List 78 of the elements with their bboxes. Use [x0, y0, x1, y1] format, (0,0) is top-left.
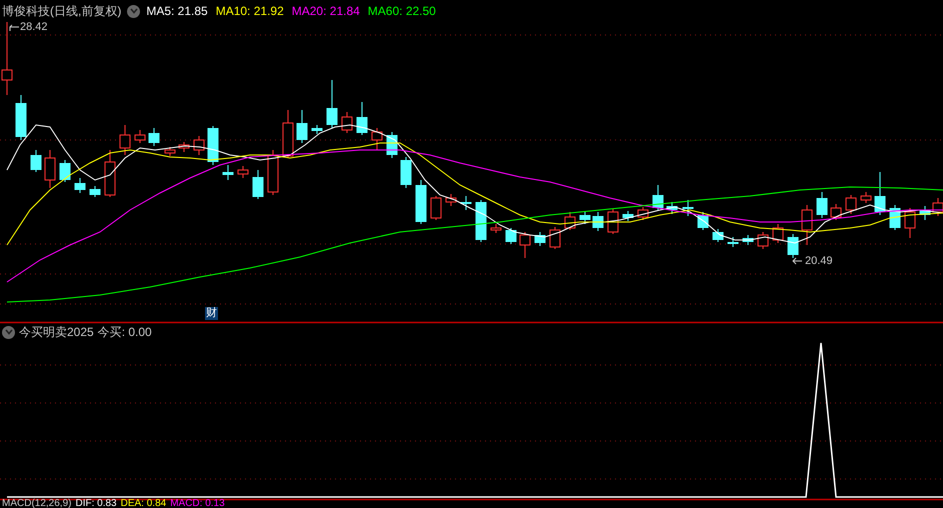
candlestick [446, 194, 456, 206]
candlestick [564, 212, 576, 230]
indicator-reading: 今买: 0.00 [98, 324, 152, 340]
candlestick [164, 146, 176, 156]
candlestick [400, 156, 412, 188]
candlestick [74, 178, 86, 194]
candlestick [120, 124, 130, 156]
candlestick [44, 150, 56, 188]
moving-average-value: MA20: 21.84 [292, 3, 360, 19]
candlestick [194, 136, 204, 156]
candlestick [238, 166, 248, 178]
candlestick [802, 204, 812, 246]
macd-title: MACD(12,26,9) [2, 500, 72, 508]
indicator-title: 今买明卖2025 [19, 324, 94, 340]
candlestick [16, 94, 26, 140]
candlestick [326, 80, 338, 128]
moving-average-value: MA60: 22.50 [368, 3, 436, 19]
candlestick [622, 210, 634, 222]
event-badge[interactable]: 财 [205, 307, 218, 320]
candlestick [356, 102, 368, 136]
high-price-label: 28.42 [20, 20, 48, 34]
candlestick [296, 110, 308, 144]
candlestick [608, 208, 618, 234]
candlestick [592, 212, 604, 232]
candlestick [134, 130, 146, 144]
pointer-arrow-icon [792, 258, 802, 264]
candlestick [772, 224, 784, 244]
candlestick [860, 192, 872, 204]
candlestick [372, 128, 382, 150]
candlestick [30, 150, 42, 172]
candlestick [268, 150, 278, 196]
candlestick [652, 184, 664, 210]
candlestick [104, 150, 116, 198]
candlestick [342, 112, 352, 134]
candlestick [222, 164, 234, 180]
pointer-arrow-icon [10, 24, 20, 32]
candlestick [520, 232, 530, 258]
macd-value: DIF: 0.83 [75, 500, 117, 508]
candlestick [312, 124, 322, 134]
candlestick [490, 224, 502, 234]
moving-average-value: MA10: 21.92 [216, 3, 284, 19]
candlestick [816, 192, 828, 218]
candlestick [208, 126, 218, 166]
candlestick [666, 202, 678, 214]
candlestick [430, 196, 442, 220]
candlestick [60, 160, 70, 182]
candlestick [282, 110, 294, 158]
low-price-label: 20.49 [805, 254, 833, 268]
candlestick [90, 186, 100, 198]
candlestick [728, 236, 738, 248]
candlestick [178, 142, 190, 152]
candlestick [788, 234, 798, 258]
macd-value: DEA: 0.84 [120, 500, 166, 508]
candlestick [874, 172, 886, 216]
candlestick [506, 228, 516, 244]
macd-value: MACD: 0.13 [170, 500, 225, 508]
moving-average-value: MA5: 21.85 [146, 3, 208, 19]
candlestick [682, 200, 694, 216]
candlestick [252, 170, 264, 200]
stock-title: 博俊科技(日线,前复权) [2, 3, 122, 19]
candlestick [638, 206, 648, 220]
candlestick [148, 128, 160, 146]
candlestick [920, 206, 930, 220]
candlestick [460, 196, 472, 210]
candlestick [550, 226, 560, 250]
candlestick [846, 194, 856, 214]
dropdown-icon[interactable] [2, 326, 15, 338]
candlestick [742, 234, 754, 246]
candlestick [580, 212, 590, 224]
candlestick [712, 228, 724, 242]
candlestick [416, 180, 426, 224]
candlestick [698, 212, 708, 230]
candlestick [476, 200, 486, 242]
candlestick [830, 204, 842, 220]
candlestick [534, 232, 546, 246]
dropdown-icon[interactable] [127, 4, 140, 18]
candlestick [904, 208, 916, 238]
candlestick [758, 232, 768, 250]
